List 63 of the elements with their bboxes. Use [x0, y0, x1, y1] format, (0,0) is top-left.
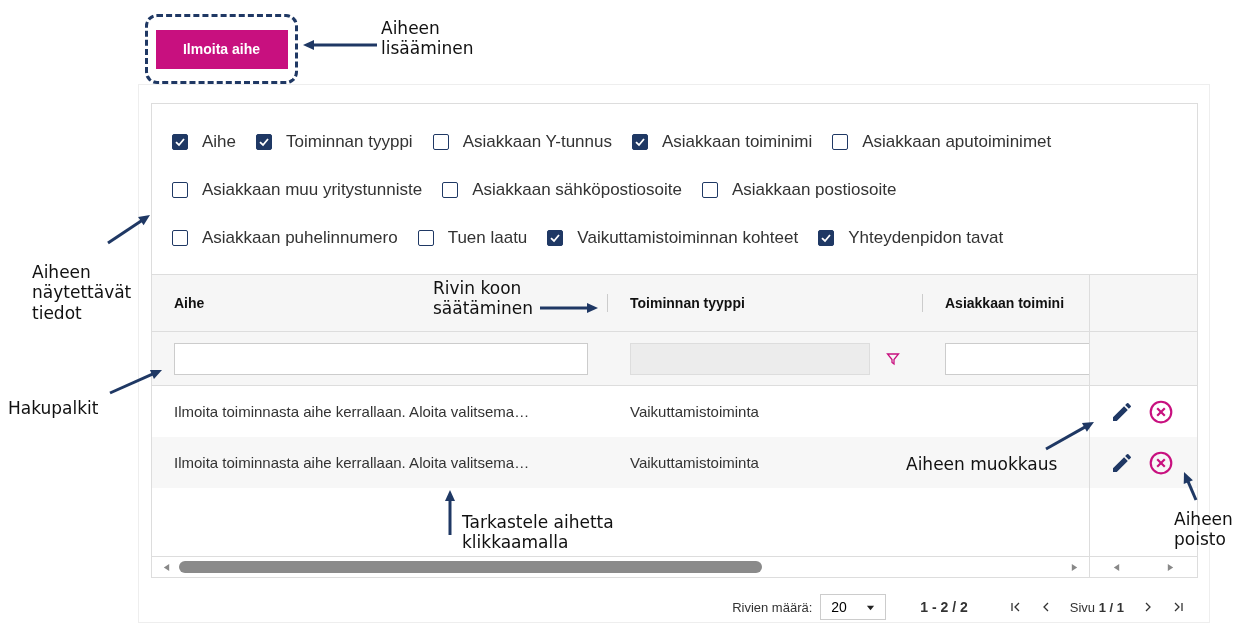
- column-resize-handle[interactable]: [607, 294, 608, 312]
- filter-icon[interactable]: [886, 351, 900, 366]
- checkbox[interactable]: [442, 182, 459, 198]
- annotation-text: Aiheen lisääminen: [381, 18, 474, 59]
- delete-icon[interactable]: [1148, 398, 1174, 425]
- table-cell[interactable]: Vaikuttamistoiminta: [630, 403, 759, 420]
- checkbox-label[interactable]: Asiakkaan puhelinnumero: [202, 228, 398, 248]
- annotation-text: Aiheen näytettävät tiedot: [32, 262, 132, 324]
- checkbox[interactable]: [417, 230, 434, 246]
- scroll-left-icon[interactable]: [1112, 562, 1122, 572]
- callout-arrow: [540, 303, 598, 313]
- checkbox[interactable]: [832, 134, 849, 150]
- table-cell[interactable]: Ilmoita toiminnasta aihe kerrallaan. Aloita valitsema…: [174, 454, 530, 471]
- callout-arrow: [1045, 422, 1094, 451]
- actions-scrollbar[interactable]: [1089, 556, 1197, 577]
- checkbox[interactable]: [256, 134, 273, 150]
- table-cell[interactable]: Ilmoita toiminnasta aihe kerrallaan. Aloita valitsema…: [174, 403, 530, 420]
- checkbox-label[interactable]: Tuen laatu: [447, 228, 528, 248]
- checkbox[interactable]: [632, 134, 648, 150]
- checkbox-label[interactable]: Asiakkaan Y-tunnus: [462, 132, 612, 152]
- row-range: 1 - 2 / 2: [920, 599, 968, 615]
- callout-arrow: [109, 369, 162, 395]
- checkbox-label[interactable]: Toiminnan tyyppi: [286, 132, 413, 152]
- rows-per-page-label: Rivien määrä:: [732, 599, 813, 615]
- checkbox[interactable]: [701, 182, 718, 198]
- checkbox-label[interactable]: Yhteydenpidon tavat: [848, 228, 1004, 248]
- checkbox[interactable]: [432, 134, 449, 150]
- add-topic-button[interactable]: Ilmoita aihe: [155, 29, 288, 69]
- last-page-icon[interactable]: [1172, 601, 1184, 613]
- checkbox-label[interactable]: Asiakkaan sähköpostiosoite: [472, 180, 682, 200]
- checkbox-label[interactable]: Asiakkaan toiminimi: [662, 132, 813, 152]
- filter-field[interactable]: [945, 342, 1089, 375]
- page-size-dropdown[interactable]: 20: [820, 594, 887, 620]
- column-resize-handle[interactable]: [922, 294, 923, 312]
- checkbox[interactable]: [547, 230, 564, 246]
- column-header[interactable]: Toiminnan tyyppi: [608, 275, 923, 332]
- scroll-right-icon[interactable]: [1070, 562, 1079, 572]
- scroll-right-icon[interactable]: [1165, 562, 1175, 572]
- annotation-text: Rivin koon säätäminen: [433, 278, 534, 319]
- callout-arrow: [1183, 472, 1198, 501]
- checkbox-label[interactable]: Asiakkaan postiosoite: [731, 180, 897, 200]
- checkbox-label[interactable]: Asiakkaan aputoiminimet: [862, 132, 1052, 152]
- checkbox[interactable]: [172, 182, 188, 198]
- first-page-icon[interactable]: [1009, 601, 1022, 613]
- page-indicator: Sivu 1 / 1: [1069, 599, 1124, 615]
- delete-icon[interactable]: [1148, 449, 1174, 476]
- callout-arrow: [107, 215, 150, 245]
- checkbox[interactable]: [172, 134, 188, 150]
- scrollbar-thumb[interactable]: [179, 561, 762, 573]
- annotation-text: Aiheen poisto: [1174, 509, 1233, 550]
- checkbox-label[interactable]: Aihe: [202, 132, 237, 152]
- checkbox[interactable]: [172, 230, 188, 246]
- annotation-text: Hakupalkit: [8, 398, 99, 419]
- scroll-left-icon[interactable]: [162, 562, 171, 572]
- annotation-text: Tarkastele aihetta klikkaamalla: [462, 512, 614, 553]
- checkbox[interactable]: [818, 230, 835, 246]
- callout-arrow: [445, 490, 455, 535]
- checkbox-label[interactable]: Asiakkaan muu yritystunniste: [202, 180, 423, 200]
- filter-field[interactable]: [174, 342, 588, 375]
- table-cell[interactable]: Vaikuttamistoiminta: [630, 454, 759, 471]
- column-header[interactable]: Asiakkaan toimini: [923, 275, 1089, 332]
- checkbox-label[interactable]: Vaikuttamistoiminnan kohteet: [577, 228, 799, 248]
- annotation-text: Aiheen muokkaus: [906, 454, 1058, 475]
